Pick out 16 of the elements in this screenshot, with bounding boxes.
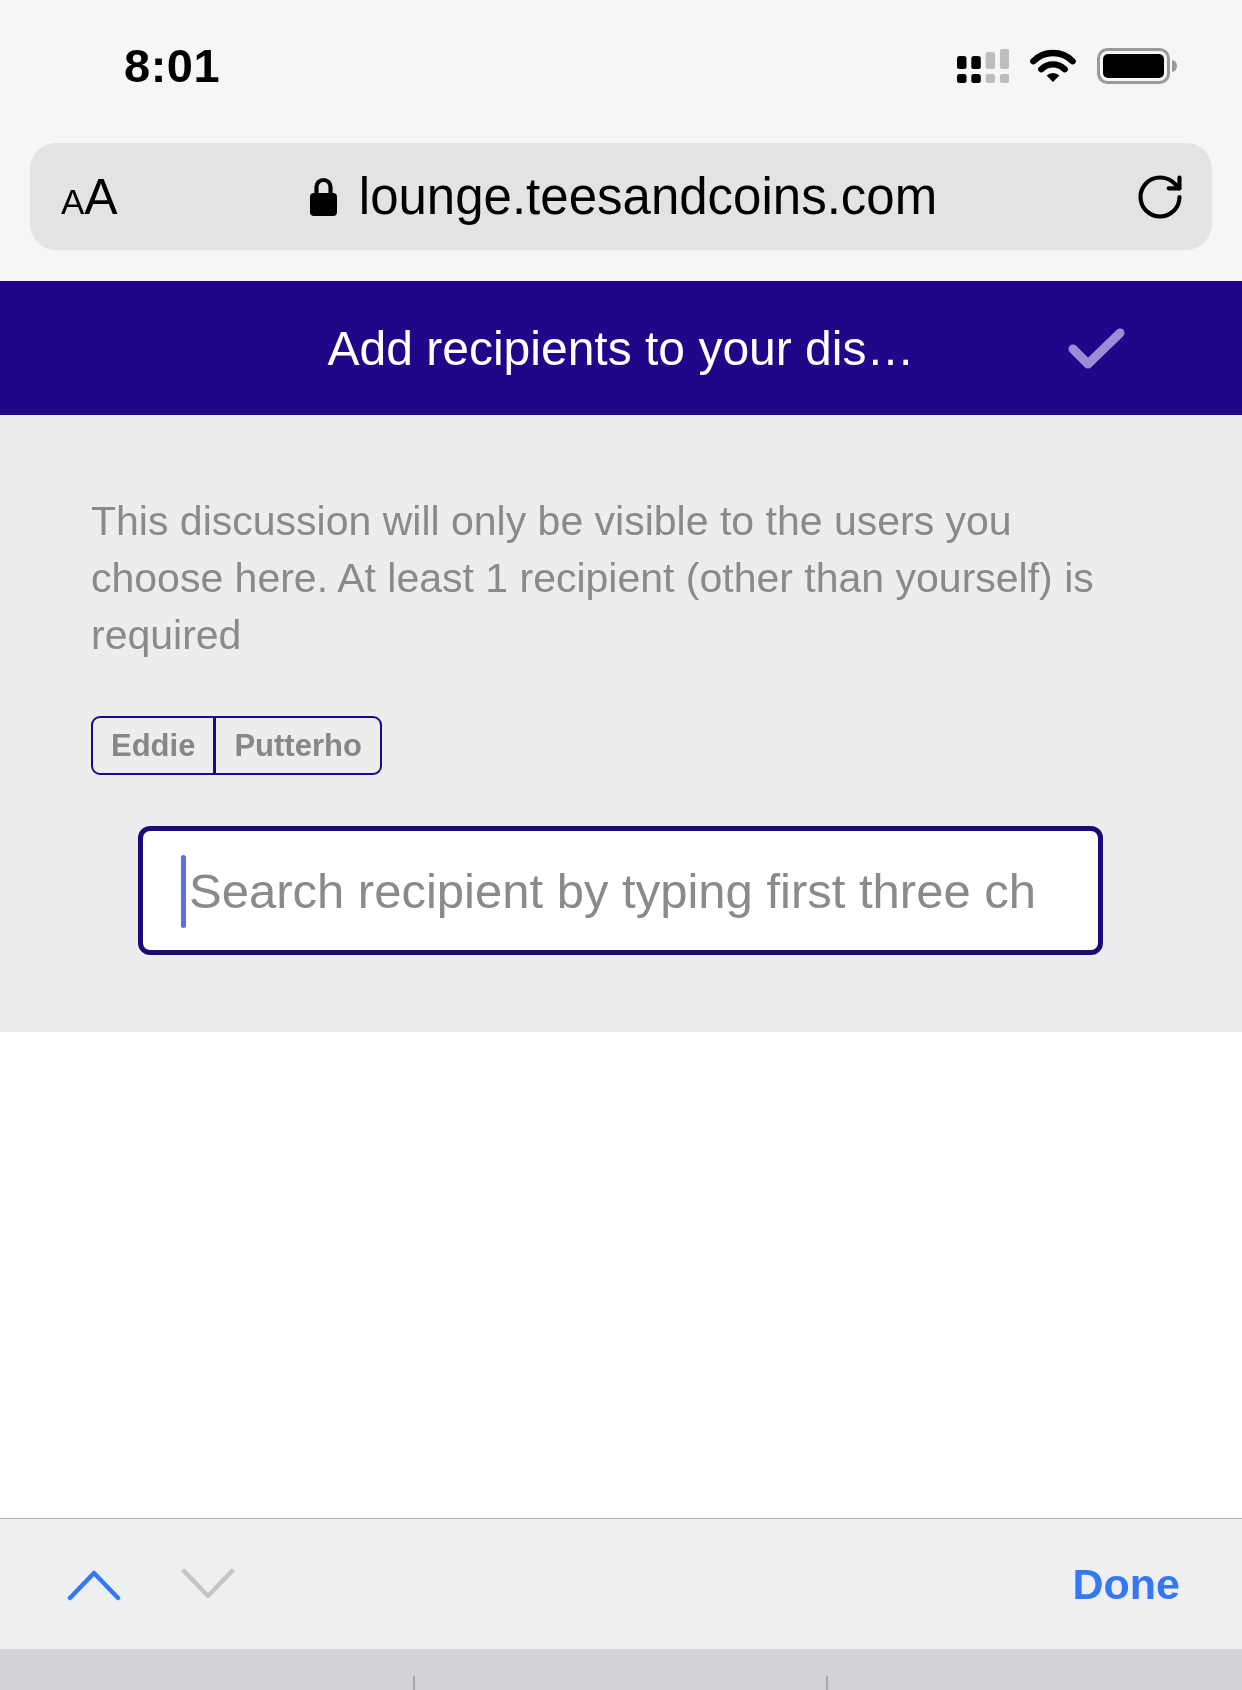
- battery-icon: [1097, 48, 1177, 84]
- signal-icon: [957, 49, 1009, 83]
- chevron-down-icon: [181, 1567, 235, 1601]
- recipient-tag[interactable]: Eddie: [91, 716, 217, 775]
- status-time: 8:01: [124, 40, 221, 92]
- done-button[interactable]: Done: [1072, 1559, 1180, 1609]
- checkmark-icon: [1067, 326, 1126, 370]
- text-size-button[interactable]: AA: [61, 171, 118, 222]
- address-bar[interactable]: AA lounge.teesandcoins.com: [30, 143, 1212, 250]
- header-title: Add recipients to your dis…: [327, 320, 915, 376]
- recipient-tag[interactable]: Putterho: [216, 716, 382, 775]
- confirm-button[interactable]: [1067, 326, 1126, 370]
- notice-text: This discussion will only be visible to the users you choose here. At least 1 recipient (other than yourself) is required: [91, 497, 1095, 660]
- url-text: lounge.teesandcoins.com: [358, 167, 938, 226]
- search-field[interactable]: Search recipient by typing first three ch: [138, 826, 1103, 955]
- wifi-icon: [1029, 49, 1077, 83]
